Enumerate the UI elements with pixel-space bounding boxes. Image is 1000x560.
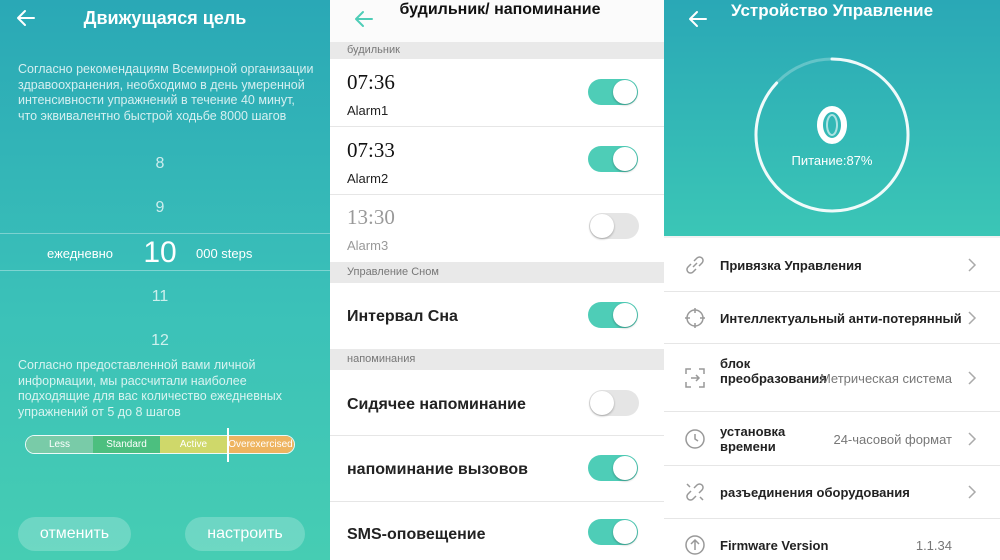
reminder-toggle[interactable] (588, 455, 638, 481)
page-title: Движущаяся цель (83, 8, 247, 28)
goal-screen: Движущаяся цель Согласно рекомендациям В… (0, 0, 330, 560)
page-title: Устройство Управление (730, 1, 934, 20)
picker-value[interactable]: 12 (0, 332, 320, 350)
chevron-right-icon (968, 311, 977, 325)
clock-icon (685, 429, 705, 449)
alarm-name: Alarm3 (347, 238, 389, 253)
reminder-label: Сидячее напоминание (347, 396, 526, 413)
reminder-toggle[interactable] (588, 519, 638, 545)
settings-item-units[interactable]: блок преобразования Метрическая система (664, 344, 1000, 412)
item-label: Интеллектуальный анти-потерянный (720, 311, 962, 326)
header: будильник/ напоминание (330, 0, 664, 42)
chevron-right-icon (968, 258, 977, 272)
picker-suffix: 000 steps (196, 246, 253, 261)
reminder-row[interactable]: Сидячее напоминание (330, 370, 664, 436)
level-standard: Standard (93, 436, 160, 453)
settings-item-anti-lost[interactable]: Интеллектуальный анти-потерянный (664, 292, 1000, 344)
chevron-right-icon (968, 432, 977, 446)
picker-prefix: ежедневно (47, 246, 114, 261)
upload-icon (685, 535, 705, 555)
alarm-name: Alarm2 (347, 171, 389, 186)
chevron-right-icon (968, 485, 977, 499)
device-screen: Устройство Управление Питание:87% Привяз… (664, 0, 1000, 560)
item-label: разъединения оборудования (720, 485, 910, 500)
item-value: 24-часовой формат (833, 432, 952, 447)
item-value: 1.1.34 (915, 538, 952, 553)
alarm-name: Alarm1 (347, 103, 389, 118)
device-header: Устройство Управление Питание:87% (664, 0, 1000, 236)
picker-selected-value[interactable]: 10 (140, 236, 180, 270)
battery-label: Питание:87% (791, 153, 873, 168)
picker-value[interactable]: 8 (0, 155, 320, 173)
item-value: Метрическая система (819, 371, 952, 386)
reminder-label: SMS-оповещение (347, 526, 486, 543)
level-marker (227, 428, 229, 462)
goal-intro-text: Согласно рекомендациям Всемирной организ… (18, 62, 314, 123)
item-label: Привязка Управления (720, 258, 862, 273)
page-title: будильник/ напоминание (399, 1, 601, 18)
level-active: Active (160, 436, 227, 453)
alarm-toggle[interactable] (588, 79, 638, 105)
back-arrow-icon[interactable] (352, 7, 376, 31)
alarm-row[interactable]: 13:30 Alarm3 (330, 195, 664, 262)
section-header-reminders: напоминания (330, 349, 664, 370)
section-header-alarm: будильник (330, 42, 664, 59)
alarm-time: 07:33 (347, 138, 395, 162)
goal-info-text: Согласно предоставленной вами личной инф… (18, 358, 282, 419)
sleep-toggle[interactable] (588, 302, 638, 328)
picker-value[interactable]: 11 (0, 288, 320, 306)
settings-item-time[interactable]: установка времени 24-часовой формат (664, 412, 1000, 466)
link-icon (686, 256, 704, 274)
alarm-screen: будильник/ напоминание будильник 07:36 A… (330, 0, 664, 560)
reminder-toggle[interactable] (589, 390, 639, 416)
picker-value[interactable]: 9 (0, 199, 320, 217)
ring-device-icon (817, 106, 847, 144)
item-label: Firmware Version (720, 538, 829, 553)
crosshair-icon (685, 308, 705, 328)
sleep-row[interactable]: Интервал Сна (330, 283, 664, 349)
settings-item-firmware[interactable]: Firmware Version 1.1.34 (664, 519, 1000, 560)
settings-item-binding[interactable]: Привязка Управления (664, 238, 1000, 292)
convert-icon (685, 368, 705, 388)
confirm-button[interactable]: настроить (185, 517, 305, 551)
battery-gauge (754, 57, 910, 213)
section-header-sleep: Управление Сном (330, 262, 664, 283)
alarm-toggle[interactable] (589, 213, 639, 239)
alarm-time: 13:30 (347, 205, 395, 229)
activity-level-bar: Less Standard Active Overexercised (25, 435, 295, 454)
item-label: блок преобразования (720, 356, 827, 386)
level-overexercised: Overexercised (227, 436, 294, 453)
reminder-row[interactable]: напоминание вызовов (330, 436, 664, 502)
alarm-row[interactable]: 07:33 Alarm2 (330, 127, 664, 195)
sleep-label: Интервал Сна (347, 308, 458, 325)
cancel-button[interactable]: отменить (18, 517, 131, 551)
level-less: Less (26, 436, 93, 453)
alarm-toggle[interactable] (588, 146, 638, 172)
settings-item-unbind[interactable]: разъединения оборудования (664, 466, 1000, 519)
unlink-icon (686, 483, 704, 501)
reminder-row[interactable]: SMS-оповещение (330, 502, 664, 560)
reminder-label: напоминание вызовов (347, 461, 528, 478)
item-label: установка времени (720, 424, 786, 454)
chevron-right-icon (968, 371, 977, 385)
back-arrow-icon[interactable] (686, 7, 710, 31)
alarm-time: 07:36 (347, 70, 395, 94)
alarm-row[interactable]: 07:36 Alarm1 (330, 59, 664, 127)
